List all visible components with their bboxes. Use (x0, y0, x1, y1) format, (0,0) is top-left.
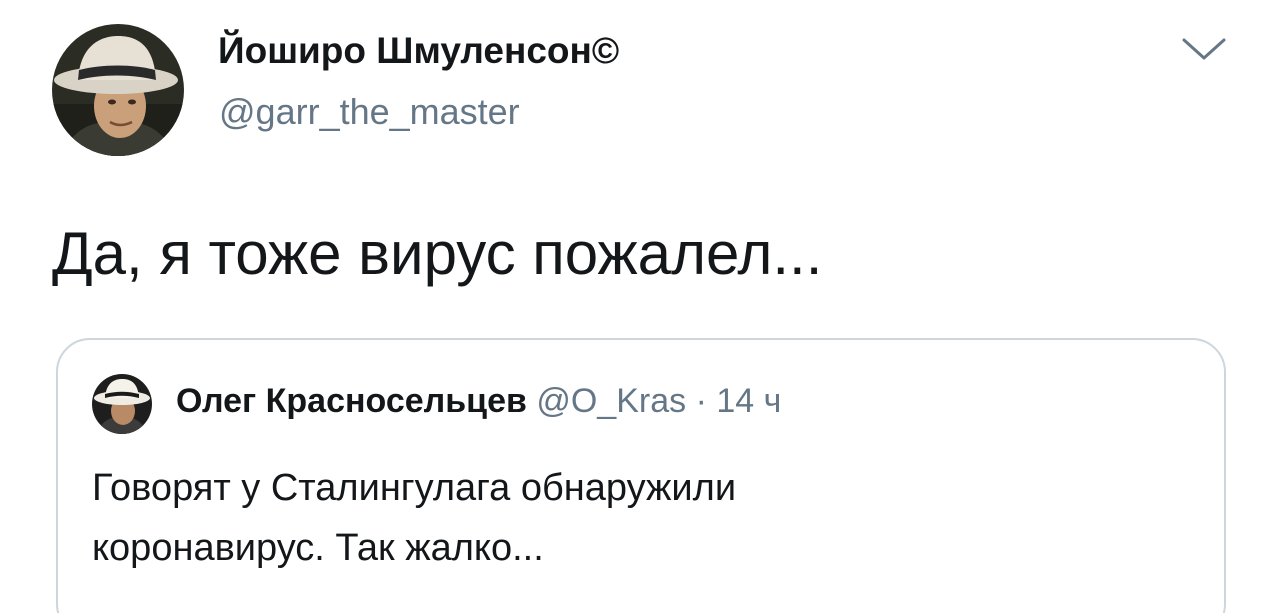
quoted-tweet-header: Олег Красносельцев @O_Kras · 14 ч (176, 382, 781, 421)
quoted-tweet[interactable]: Олег Красносельцев @O_Kras · 14 ч Говоря… (56, 338, 1226, 613)
separator-dot: · (695, 382, 707, 420)
quoted-tweet-text-line: коронавирус. Так жалко... (92, 527, 544, 569)
chevron-down-icon[interactable] (1178, 32, 1230, 64)
quoted-author-display-name[interactable]: Олег Красносельцев (176, 382, 527, 420)
quoted-author-avatar[interactable] (92, 374, 152, 434)
author-avatar[interactable] (52, 24, 184, 156)
quoted-tweet-time[interactable]: 14 ч (716, 382, 781, 420)
user-avatar-fedora-icon (92, 374, 152, 434)
tweet: Йоширо Шмуленсон© @garr_the_master Да, я… (0, 0, 1280, 613)
quoted-tweet-text-line: Говорят у Сталингулага обнаружили (92, 467, 737, 509)
author-display-name[interactable]: Йоширо Шмуленсон© (218, 30, 619, 72)
tweet-text: Да, я тоже вирус пожалел... (52, 220, 823, 287)
user-avatar-fedora-icon (52, 24, 184, 156)
quoted-author-handle[interactable]: @O_Kras (536, 382, 686, 420)
quoted-tweet-text: Говорят у Сталингулага обнаружили корона… (92, 458, 1192, 578)
author-handle[interactable]: @garr_the_master (219, 91, 520, 133)
